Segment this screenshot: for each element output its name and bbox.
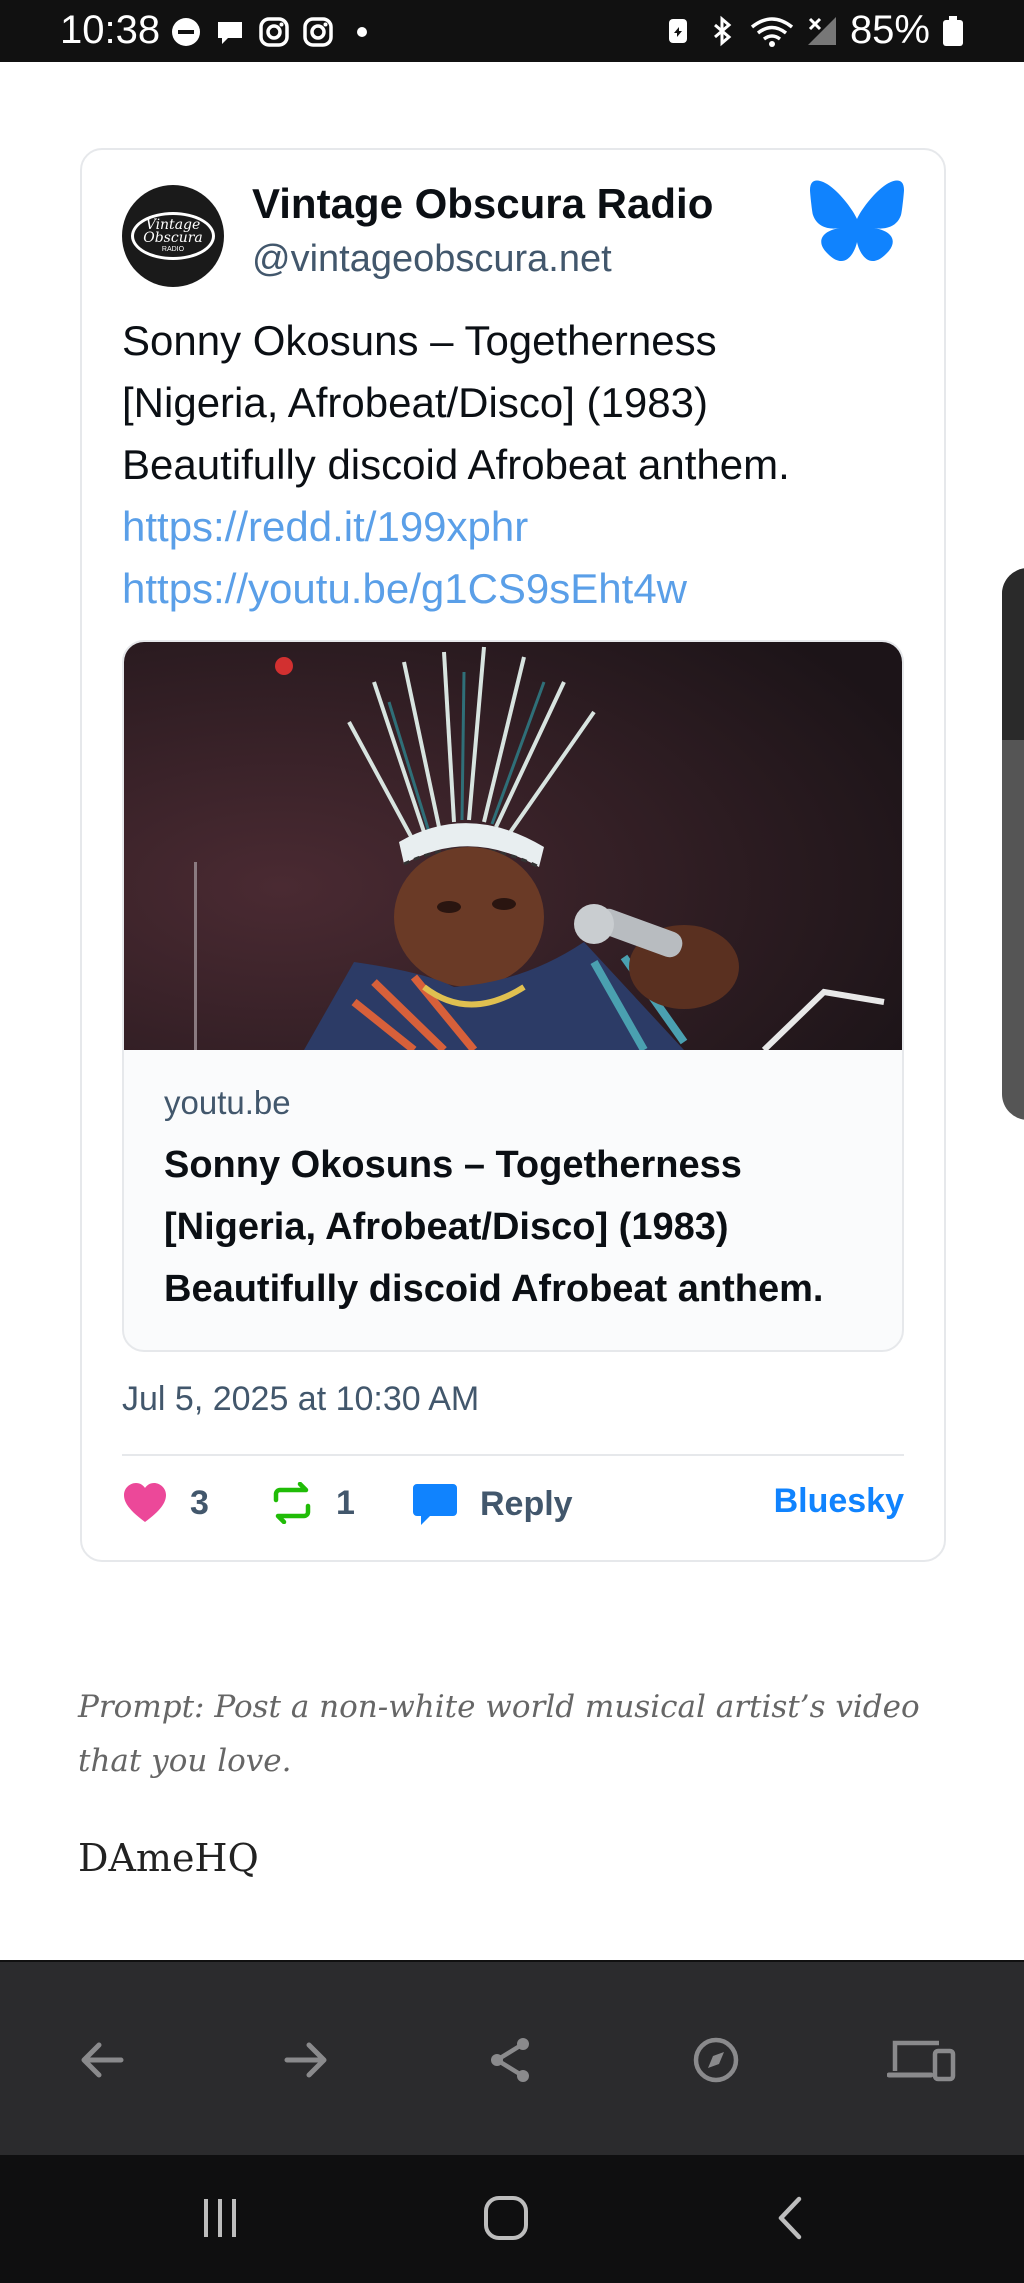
reddit-link[interactable]: https://redd.it/199xphr bbox=[122, 496, 912, 558]
reply-bubble-icon bbox=[413, 1484, 457, 1525]
minus-circle-icon bbox=[172, 18, 200, 46]
forward-arrow-icon bbox=[284, 2042, 327, 2078]
post-text-line: Sonny Okosuns – Togetherness bbox=[122, 317, 717, 364]
author-name[interactable]: Vintage Obscura Radio bbox=[252, 180, 713, 228]
prompt-text: Prompt: Post a non-white world musical a… bbox=[78, 1689, 920, 1779]
compass-icon bbox=[693, 2037, 739, 2083]
repost-button[interactable]: 1 bbox=[270, 1482, 355, 1524]
edge-panel-handle-top bbox=[1002, 568, 1024, 740]
home-icon bbox=[484, 2196, 528, 2240]
post-date[interactable]: Jul 5, 2025 at 10:30 AM bbox=[122, 1380, 479, 1419]
video-thumbnail[interactable] bbox=[124, 642, 904, 1050]
devices-button[interactable] bbox=[882, 2020, 962, 2100]
battery-percent: 85% bbox=[849, 8, 930, 52]
back-arrow-icon bbox=[81, 2042, 124, 2078]
recents-button[interactable] bbox=[180, 2183, 260, 2253]
repost-icon bbox=[273, 1482, 311, 1524]
devices-icon bbox=[887, 2040, 956, 2082]
status-right: 85% bbox=[662, 8, 964, 53]
forward-button[interactable] bbox=[266, 2020, 346, 2100]
like-count: 3 bbox=[190, 1483, 209, 1522]
notification-icons bbox=[170, 16, 378, 48]
share-button[interactable] bbox=[471, 2020, 551, 2100]
home-button[interactable] bbox=[466, 2183, 546, 2253]
youtube-link[interactable]: https://youtu.be/g1CS9sEht4w bbox=[122, 558, 912, 620]
nav-back-button[interactable] bbox=[752, 2183, 832, 2253]
divider bbox=[122, 1454, 904, 1456]
back-icon bbox=[778, 2196, 802, 2240]
system-nav-bar bbox=[0, 2155, 1024, 2283]
avatar-logo: Vintage Obscura RADIO bbox=[131, 212, 215, 260]
recents-icon bbox=[204, 2199, 236, 2237]
bluesky-butterfly-icon[interactable] bbox=[810, 180, 904, 264]
repost-count: 1 bbox=[336, 1483, 355, 1522]
post-text-line: [Nigeria, Afrobeat/Disco] (1983) bbox=[122, 379, 708, 426]
bluesky-embed-card[interactable]: Vintage Obscura RADIO Vintage Obscura Ra… bbox=[80, 148, 946, 1562]
link-domain: youtu.be bbox=[164, 1084, 291, 1121]
reply-label: Reply bbox=[480, 1484, 573, 1523]
heart-icon bbox=[124, 1483, 166, 1522]
like-button[interactable]: 3 bbox=[122, 1482, 209, 1524]
post-actions: 3 1 Reply Bluesky bbox=[122, 1482, 904, 1542]
signature: DAmeHQ bbox=[78, 1836, 259, 1880]
explore-button[interactable] bbox=[676, 2020, 756, 2100]
battery-icon bbox=[943, 15, 963, 46]
status-time: 10:38 bbox=[60, 8, 161, 52]
post-text: Sonny Okosuns – Togetherness [Nigeria, A… bbox=[122, 310, 912, 620]
wifi-icon bbox=[750, 16, 794, 47]
back-button[interactable] bbox=[62, 2020, 142, 2100]
post-text-line: Beautifully discoid Afrobeat anthem. bbox=[122, 441, 790, 488]
instagram-icon bbox=[303, 17, 333, 47]
bluetooth-icon bbox=[713, 15, 732, 46]
share-icon bbox=[491, 2038, 529, 2082]
bluesky-link[interactable]: Bluesky bbox=[774, 1482, 904, 1521]
instagram-icon bbox=[259, 17, 289, 47]
nfc-icon bbox=[668, 18, 687, 43]
avatar[interactable]: Vintage Obscura RADIO bbox=[122, 185, 224, 287]
reply-button[interactable]: Reply bbox=[412, 1482, 573, 1526]
status-bar: 10:38 85% bbox=[0, 0, 1024, 62]
dot-icon bbox=[357, 27, 367, 37]
link-preview-card[interactable]: youtu.be Sonny Okosuns – Togetherness [N… bbox=[122, 640, 904, 1352]
link-title[interactable]: Sonny Okosuns – Togetherness [Nigeria, A… bbox=[164, 1134, 884, 1320]
chat-bubble-icon bbox=[218, 22, 242, 44]
author-handle[interactable]: @vintageobscura.net bbox=[252, 238, 612, 281]
browser-toolbar bbox=[0, 1960, 1024, 2155]
signal-icon bbox=[807, 16, 836, 45]
screen: 10:38 85% Vintage Obscura RADIO Vintage … bbox=[0, 0, 1024, 2283]
